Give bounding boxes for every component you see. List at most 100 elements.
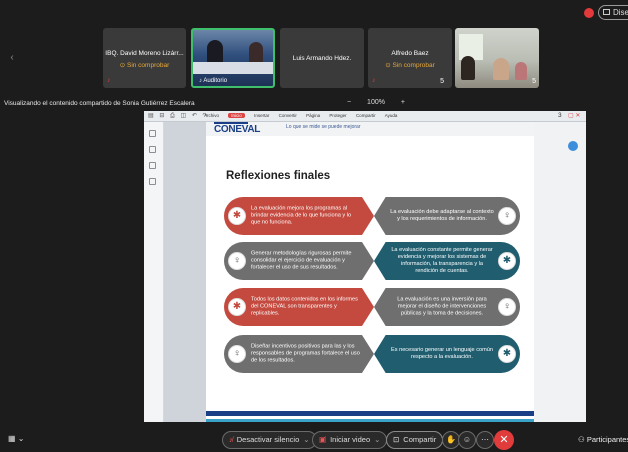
bookmark-icon[interactable] bbox=[149, 146, 156, 153]
desk bbox=[193, 62, 273, 74]
reflection-pill: ✱ La evaluación mejora los programas al … bbox=[224, 197, 374, 235]
person-silhouette bbox=[207, 40, 223, 64]
menu-item[interactable]: Insertar bbox=[254, 113, 269, 118]
lightbulb-icon: ♀ bbox=[498, 207, 516, 225]
share-button[interactable]: ⊡ Compartir bbox=[386, 431, 444, 449]
slide-title: Reflexiones finales bbox=[226, 170, 331, 182]
design-button-label: Diseñ bbox=[613, 8, 628, 17]
reflection-pill: Es necesario generar un lenguaje común r… bbox=[374, 335, 520, 373]
participant-name: IBQ. David Moreno Lizárr... bbox=[105, 50, 184, 57]
slide-footer-accent bbox=[206, 419, 534, 422]
share-screen-icon: ⊡ bbox=[393, 435, 400, 444]
participant-tile[interactable]: IBQ. David Moreno Lizárr... ⊙ Sin compro… bbox=[103, 28, 186, 88]
slide-footer-bar bbox=[206, 411, 534, 416]
assistant-icon[interactable] bbox=[568, 141, 578, 151]
sharing-label: Visualizando el contenido compartido de … bbox=[4, 100, 195, 107]
shared-screen: ▤ ⊟ ⎙ ◫ ↶ ↷ Archivo Inicio Insertar Conv… bbox=[144, 111, 586, 422]
pdf-menu: Archivo Inicio Insertar Convertir Página… bbox=[204, 113, 405, 118]
menu-item[interactable]: Archivo bbox=[204, 113, 219, 118]
design-button[interactable]: Diseñ bbox=[598, 5, 628, 20]
participant-tile[interactable]: Alfredo Baez ⊙ Sin comprobar ♪ 5 bbox=[368, 28, 452, 88]
close-icon[interactable]: ▢ ✕ bbox=[568, 112, 580, 119]
chevron-down-icon[interactable]: ⌄ bbox=[374, 435, 380, 444]
reflection-pill: ♀ Diseñar incentivos positivos para las … bbox=[224, 335, 374, 373]
reflection-text: Diseñar incentivos positivos para las y … bbox=[251, 343, 360, 364]
search-icon[interactable] bbox=[149, 178, 156, 185]
reflection-text: La evaluación constante permite generar … bbox=[391, 247, 493, 274]
pdf-toolbar: ▤ ⊟ ⎙ ◫ ↶ ↷ Archivo Inicio Insertar Conv… bbox=[144, 111, 586, 122]
person-silhouette bbox=[515, 62, 527, 80]
reactions-icon[interactable]: ☺ bbox=[458, 431, 476, 449]
video-label: Iniciar video bbox=[330, 435, 371, 444]
reflection-text: La evaluación es una inversión para mejo… bbox=[397, 296, 487, 317]
reflection-text: La evaluación mejora los programas al br… bbox=[251, 205, 352, 226]
mute-button[interactable]: ♪̸ Desactivar silencio ⌄ bbox=[222, 431, 317, 449]
page-number: 3 bbox=[558, 112, 562, 119]
reflection-pill: La evaluación es una inversión para mejo… bbox=[374, 288, 520, 326]
presentation-slide: CONEVAL Lo que se mide se puede mejorar … bbox=[206, 122, 534, 422]
coneval-logo: CONEVAL bbox=[214, 122, 261, 135]
more-options-icon[interactable]: ⋯ bbox=[476, 431, 494, 449]
participant-name: Luis Armando Hdez. bbox=[292, 55, 352, 62]
reflection-pill: La evaluación debe adaptarse al contexto… bbox=[374, 197, 520, 235]
participant-status: ⊙ Sin comprobar bbox=[385, 62, 435, 69]
mic-muted-icon: ♪ bbox=[372, 77, 376, 84]
reflection-pill: La evaluación constante permite generar … bbox=[374, 242, 520, 280]
participant-number: 5 bbox=[440, 78, 444, 85]
layout-grid-icon[interactable]: ▦ ⌄ bbox=[8, 434, 24, 443]
people-icon: ⚇ bbox=[578, 435, 587, 444]
lightbulb-icon: ♀ bbox=[228, 345, 246, 363]
menu-item[interactable]: Página bbox=[306, 113, 320, 118]
reflection-pill: ♀ Generar metodologías rigurosas permite… bbox=[224, 242, 374, 280]
pdf-left-rail bbox=[144, 122, 164, 422]
comment-icon[interactable] bbox=[149, 162, 156, 169]
participants-label: Participantes bbox=[586, 435, 628, 444]
participants-button[interactable]: ⚇ Participantes bbox=[578, 435, 628, 444]
chevron-left-icon[interactable]: ‹ bbox=[6, 52, 18, 64]
chevron-down-icon[interactable]: ⌄ bbox=[303, 435, 309, 444]
meeting-toolbar: ▦ ⌄ ♪̸ Desactivar silencio ⌄ ▣̸ Iniciar vid… bbox=[0, 428, 628, 452]
reflection-text: La evaluación debe adaptarse al contexto… bbox=[390, 209, 494, 222]
reflection-text: Generar metodologías rigurosas permite c… bbox=[251, 250, 352, 271]
person-silhouette bbox=[461, 56, 475, 80]
participant-status: ⊙ Sin comprobar bbox=[119, 62, 170, 69]
menu-item-active[interactable]: Inicio bbox=[228, 113, 245, 118]
zoom-in-button[interactable]: + bbox=[401, 99, 405, 106]
participant-tile-active[interactable]: ♪ Auditorio bbox=[191, 28, 275, 88]
mute-label: Desactivar silencio bbox=[236, 435, 300, 444]
lightbulb-icon: ♀ bbox=[228, 252, 246, 270]
lightbulb-icon: ♀ bbox=[498, 298, 516, 316]
layout-icon bbox=[603, 9, 610, 15]
zoom-value: 100% bbox=[367, 99, 385, 106]
menu-item[interactable]: Proteger bbox=[329, 113, 346, 118]
reflection-text: Es necesario generar un lenguaje común r… bbox=[391, 347, 493, 360]
menu-item[interactable]: Compartir bbox=[356, 113, 376, 118]
participant-tile[interactable]: Luis Armando Hdez. bbox=[280, 28, 364, 88]
thumbnail-icon[interactable] bbox=[149, 130, 156, 137]
person-silhouette bbox=[249, 42, 263, 64]
slide-header: CONEVAL Lo que se mide se puede mejorar bbox=[206, 122, 534, 136]
gear-icon: ✱ bbox=[498, 252, 516, 270]
menu-item[interactable]: Convertir bbox=[279, 113, 297, 118]
share-label: Compartir bbox=[403, 435, 437, 444]
leave-call-icon[interactable]: ✕ bbox=[494, 430, 514, 450]
pdf-right-rail bbox=[534, 122, 586, 422]
top-bar: Diseñ bbox=[0, 0, 628, 22]
participant-number: 5 bbox=[532, 78, 536, 85]
zoom-out-button[interactable]: − bbox=[347, 99, 351, 106]
menu-item[interactable]: Ayuda bbox=[385, 113, 398, 118]
slide-tagline: Lo que se mide se puede mejorar bbox=[286, 124, 361, 130]
person-silhouette bbox=[493, 58, 509, 80]
toolbar-icons: ▤ ⊟ ⎙ ◫ ↶ ↷ bbox=[148, 113, 210, 119]
video-off-icon: ▣̸ bbox=[319, 435, 327, 444]
mic-muted-icon: ♪ bbox=[107, 77, 111, 84]
gear-icon: ✱ bbox=[228, 298, 246, 316]
mic-off-icon: ♪̸ bbox=[229, 435, 233, 444]
reflection-pill: ✱ Todos los datos contenidos en los info… bbox=[224, 288, 374, 326]
reflection-text: Todos los datos contenidos en los inform… bbox=[251, 296, 358, 317]
recording-icon bbox=[584, 8, 594, 18]
participant-tile[interactable]: 5 bbox=[455, 28, 539, 88]
participant-name: Alfredo Baez bbox=[391, 50, 429, 57]
video-button[interactable]: ▣̸ Iniciar video ⌄ bbox=[312, 431, 388, 449]
gear-icon: ✱ bbox=[228, 207, 246, 225]
